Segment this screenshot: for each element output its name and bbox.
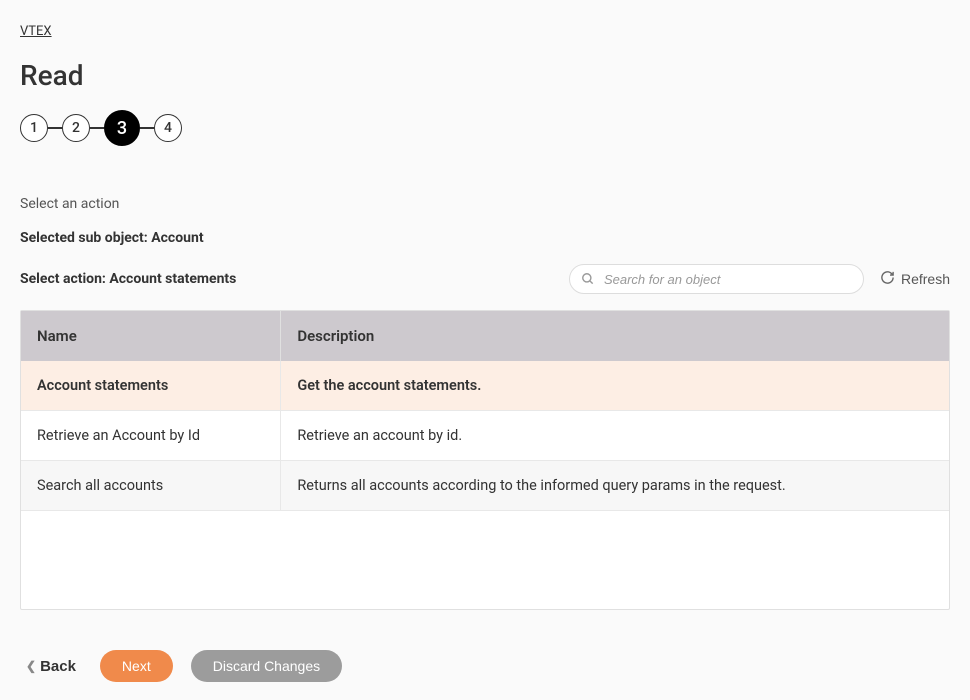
- row-description: Returns all accounts according to the in…: [281, 461, 949, 511]
- step-connector: [90, 127, 104, 129]
- table-header-name: Name: [21, 311, 281, 361]
- step-1[interactable]: 1: [20, 114, 48, 142]
- discard-changes-button[interactable]: Discard Changes: [191, 650, 342, 682]
- back-label: Back: [40, 658, 76, 675]
- row-name: Search all accounts: [21, 461, 281, 511]
- table-row[interactable]: Account statementsGet the account statem…: [21, 361, 949, 411]
- footer-actions: ❮ Back Next Discard Changes: [20, 650, 950, 682]
- selected-sub-object: Selected sub object: Account: [20, 230, 950, 246]
- refresh-button[interactable]: Refresh: [880, 270, 950, 288]
- back-button[interactable]: ❮ Back: [20, 652, 82, 681]
- stepper: 1234: [20, 110, 950, 146]
- selected-sub-object-prefix: Selected sub object:: [20, 230, 151, 246]
- refresh-icon: [880, 270, 895, 288]
- search-input[interactable]: [569, 264, 864, 294]
- breadcrumb-vtex[interactable]: VTEX: [20, 24, 52, 39]
- select-action-value: Account statements: [109, 271, 236, 287]
- select-action-label: Select action: Account statements: [20, 271, 236, 287]
- actions-table: Name Description Account statementsGet t…: [20, 310, 950, 610]
- selected-sub-object-value: Account: [151, 230, 203, 246]
- table-row[interactable]: Retrieve an Account by IdRetrieve an acc…: [21, 411, 949, 461]
- page-title: Read: [20, 59, 950, 92]
- table-row[interactable]: Search all accountsReturns all accounts …: [21, 461, 949, 511]
- step-connector: [140, 127, 154, 129]
- select-action-heading: Select an action: [20, 196, 950, 212]
- step-4[interactable]: 4: [154, 114, 182, 142]
- select-action-prefix: Select action:: [20, 271, 109, 287]
- search-box: [569, 264, 864, 294]
- row-name: Account statements: [21, 361, 281, 411]
- step-connector: [48, 127, 62, 129]
- row-name: Retrieve an Account by Id: [21, 411, 281, 461]
- row-description: Retrieve an account by id.: [281, 411, 949, 461]
- table-header-description: Description: [281, 311, 949, 361]
- step-2[interactable]: 2: [62, 114, 90, 142]
- next-button[interactable]: Next: [100, 650, 173, 682]
- row-description: Get the account statements.: [281, 361, 949, 411]
- chevron-left-icon: ❮: [26, 659, 36, 673]
- step-3[interactable]: 3: [104, 110, 140, 146]
- refresh-label: Refresh: [901, 271, 950, 287]
